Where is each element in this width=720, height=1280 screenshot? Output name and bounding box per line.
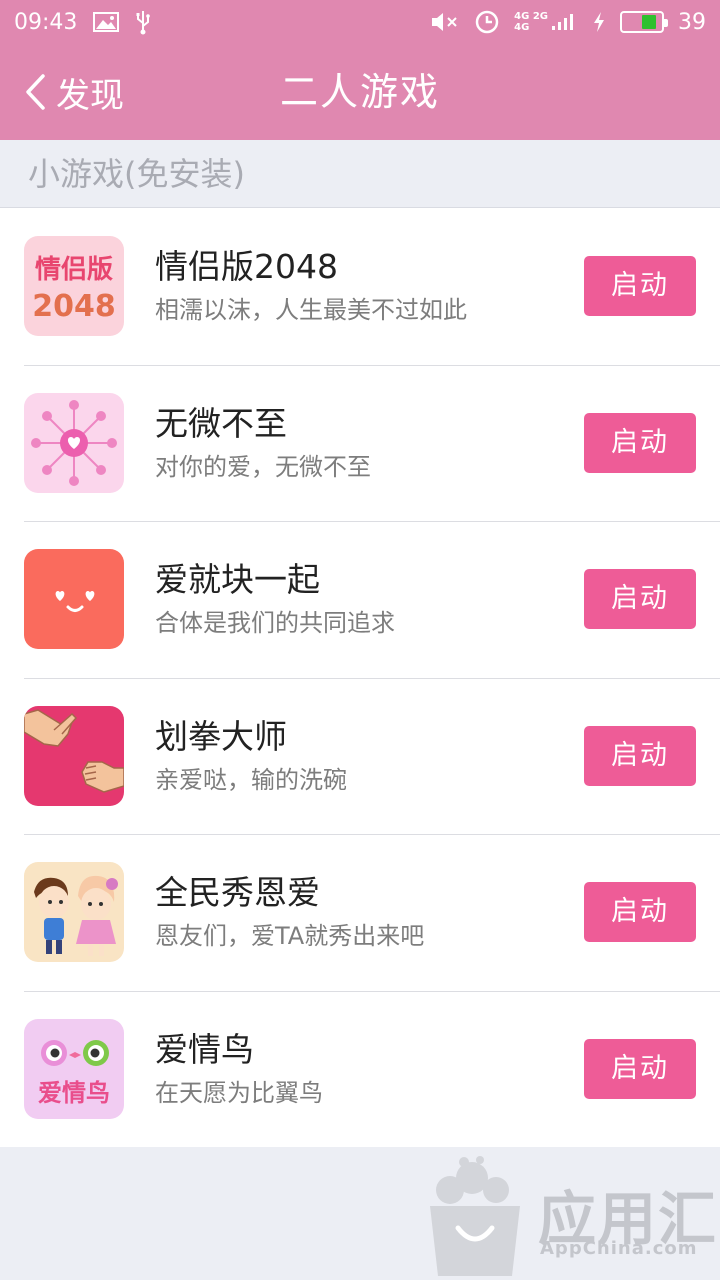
network-type-top: 4G 2G [514,11,548,22]
game-description: 恩友们，爱TA就秀出来吧 [155,922,425,951]
icon-label-top: 情侣版 [35,255,113,285]
smiley-face-icon [24,549,124,650]
list-item[interactable]: 爱就块一起 合体是我们的共同追求 启动 [0,521,720,678]
icon-label-bottom: 2048 [32,289,116,324]
mute-icon [430,11,460,33]
launch-button[interactable]: 启动 [584,725,696,786]
game-name: 全民秀恩爱 [155,873,320,913]
launch-button[interactable]: 启动 [584,569,696,630]
status-bar: 09:43 4G 2G 4G 39 [0,0,720,44]
game-name: 划拳大师 [155,716,287,756]
list-item[interactable]: 情侣版 2048 情侣版2048 相濡以沫，人生最美不过如此 启动 [0,208,720,365]
launch-button[interactable]: 启动 [584,1038,696,1099]
rock-paper-scissors-hands-icon [24,705,124,806]
appchina-watermark: 应用汇 AppChina.com [420,1150,720,1280]
usb-icon [135,9,151,35]
game-name: 爱就块一起 [155,560,320,600]
couple-2048-icon: 情侣版 2048 [24,236,124,337]
section-header: 小游戏(免安装) [0,140,720,208]
battery-icon [620,11,668,33]
battery-level: 39 [678,9,706,35]
game-name: 无微不至 [155,403,287,443]
launch-button[interactable]: 启动 [584,256,696,317]
game-description: 在天愿为比翼鸟 [155,1078,323,1107]
network-type-bottom: 4G [514,22,530,33]
game-name: 情侣版2048 [155,247,338,287]
list-item[interactable]: 无微不至 对你的爱，无微不至 启动 [0,364,720,522]
launch-button[interactable]: 启动 [584,882,696,943]
status-time: 09:43 [14,9,78,35]
image-notification-icon [93,12,120,32]
kissing-couple-icon [24,862,124,963]
heart-wheel-icon [24,392,124,493]
icon-label: 爱情鸟 [38,1079,110,1107]
game-description: 对你的爱，无微不至 [155,452,371,481]
game-description: 亲爱哒，输的洗碗 [155,765,347,794]
game-description: 合体是我们的共同追求 [155,609,395,638]
alarm-icon [474,9,500,35]
nav-bar: 发现 二人游戏 [0,44,720,140]
list-item[interactable]: 爱情鸟 爱情鸟 在天愿为比翼鸟 启动 [0,990,720,1148]
love-birds-icon: 爱情鸟 [24,1018,124,1119]
charging-icon [592,11,606,33]
watermark-subtitle: AppChina.com [540,1238,698,1259]
game-list: 情侣版 2048 情侣版2048 相濡以沫，人生最美不过如此 启动 无微不至 对… [0,208,720,1147]
list-item[interactable]: 划拳大师 亲爱哒，输的洗碗 启动 [0,677,720,835]
game-name: 爱情鸟 [155,1029,254,1069]
game-description: 相濡以沫，人生最美不过如此 [155,296,467,325]
appchina-logo-icon [430,1156,520,1276]
launch-button[interactable]: 启动 [584,412,696,473]
page-title: 二人游戏 [279,70,440,114]
list-item[interactable]: 全民秀恩爱 恩友们，爱TA就秀出来吧 启动 [0,834,720,991]
network-signal-icon: 4G 2G 4G [514,11,578,33]
